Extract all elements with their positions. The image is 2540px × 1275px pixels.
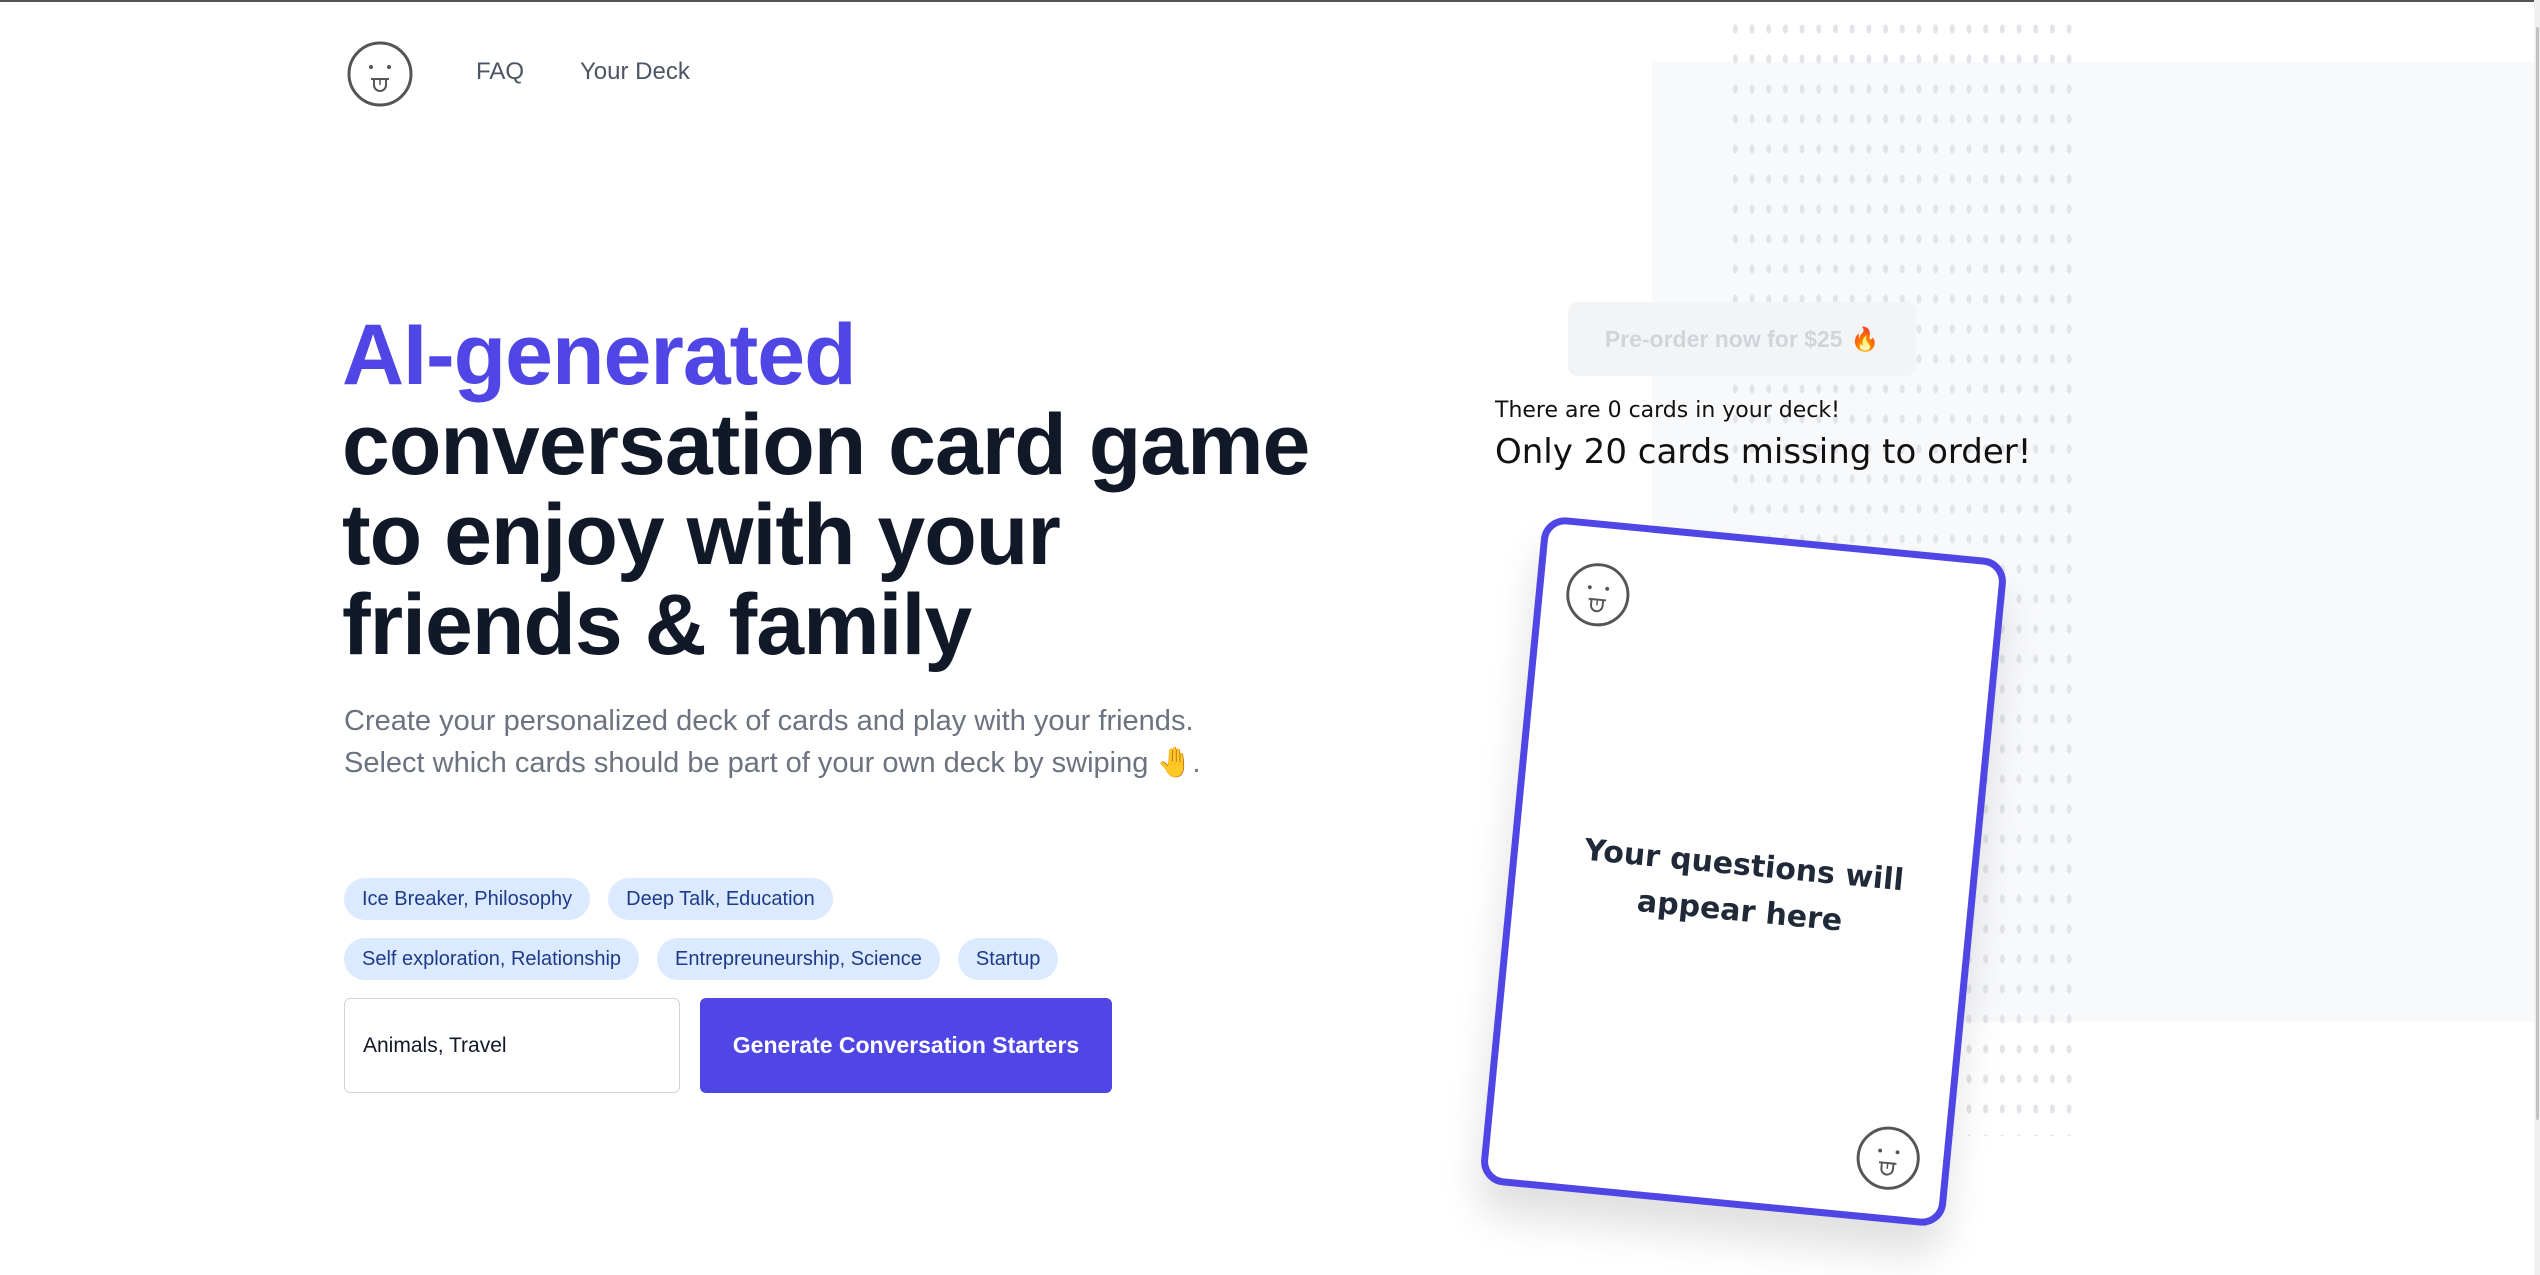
tongue-face-icon <box>1852 1122 1924 1194</box>
topic-tag[interactable]: Startup <box>957 938 1059 980</box>
topic-tags: Ice Breaker, Philosophy Deep Talk, Educa… <box>344 878 1144 998</box>
deck-count-text: There are 0 cards in your deck! <box>1495 398 1840 423</box>
preorder-label: Pre-order now for $25 <box>1604 325 1843 352</box>
hero-title-rest: conversation card game to enjoy with you… <box>342 397 1310 673</box>
hero-subtitle-line1: Create your personalized deck of cards a… <box>344 705 1194 737</box>
nav-your-deck[interactable]: Your Deck <box>580 58 690 86</box>
preorder-button[interactable]: Pre-order now for $25 🔥 <box>1568 302 1916 376</box>
tag-row: Ice Breaker, Philosophy Deep Talk, Educa… <box>344 878 1144 920</box>
scrollbar-track[interactable] <box>2534 0 2540 1275</box>
topic-tag[interactable]: Entrepreuneurship, Science <box>657 938 940 980</box>
logo-tongue-face-icon[interactable] <box>346 40 414 108</box>
hero-title: AI-generated conversation card game to e… <box>342 310 1342 670</box>
hero-subtitle: Create your personalized deck of cards a… <box>344 700 1284 784</box>
tag-row: Self exploration, Relationship Entrepreu… <box>344 938 1144 980</box>
hero-subtitle-line2: Select which cards should be part of you… <box>344 747 1149 779</box>
card-placeholder-text: Your questions will appear here <box>1582 832 1906 939</box>
topic-input[interactable] <box>344 998 680 1093</box>
hero-subtitle-end: . <box>1192 747 1201 779</box>
scrollbar-thumb[interactable] <box>2536 27 2539 1120</box>
window-top-border <box>0 0 2540 2</box>
hero-title-accent: AI-generated <box>342 307 857 403</box>
question-card[interactable]: Your questions will appear here <box>1478 515 2009 1228</box>
fire-icon: 🔥 <box>1850 325 1880 352</box>
topic-tag[interactable]: Deep Talk, Education <box>608 878 833 920</box>
nav-faq[interactable]: FAQ <box>476 58 524 86</box>
swipe-emoji-icon: 🤚 <box>1156 747 1193 779</box>
generate-button[interactable]: Generate Conversation Starters <box>700 998 1112 1093</box>
topic-tag[interactable]: Ice Breaker, Philosophy <box>344 878 591 920</box>
topic-tag[interactable]: Self exploration, Relationship <box>344 938 640 980</box>
tongue-face-icon <box>1562 559 1634 631</box>
cards-missing-text: Only 20 cards missing to order! <box>1495 432 2032 472</box>
